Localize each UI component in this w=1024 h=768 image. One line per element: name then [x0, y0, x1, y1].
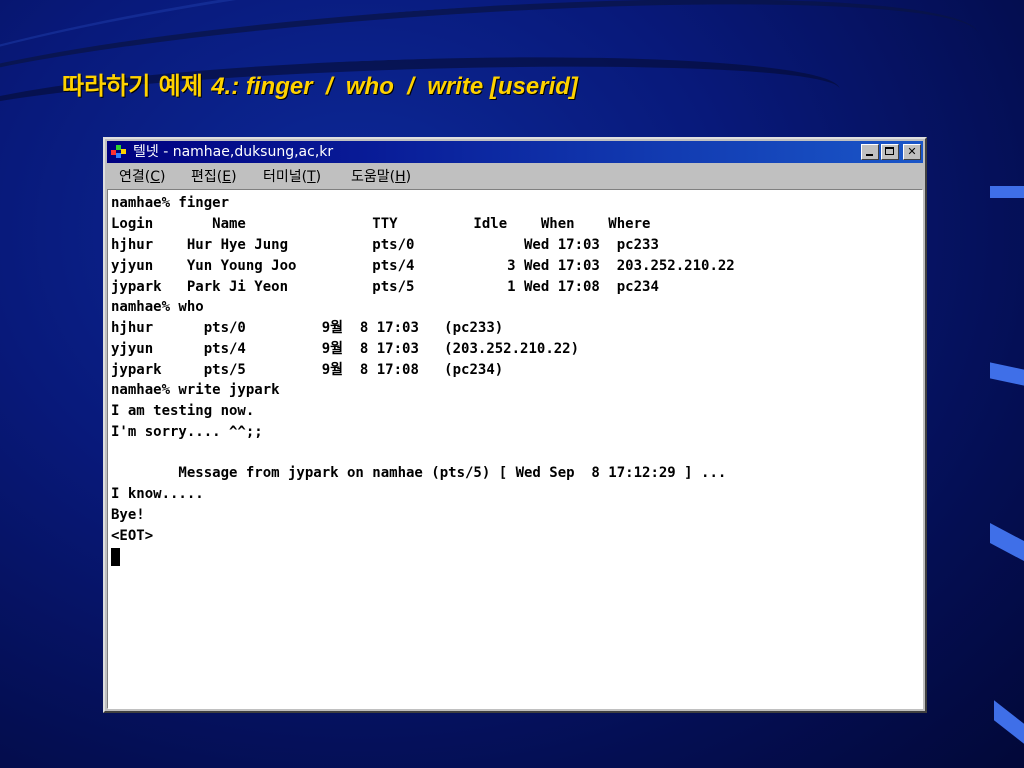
window-title: 텔넷 - namhae,duksung,ac,kr: [133, 144, 334, 160]
terminal-line: yjyun pts/4 9월 8 17:03 (203.252.210.22): [111, 341, 580, 357]
decorative-stripe: [994, 700, 1024, 744]
telnet-app-icon[interactable]: [111, 145, 127, 159]
menu-connect[interactable]: 연결(C): [119, 165, 165, 189]
terminal-line: <EOT>: [111, 528, 154, 544]
terminal-line: I am testing now.: [111, 403, 255, 419]
terminal-line: hjhur pts/0 9월 8 17:03 (pc233): [111, 320, 504, 336]
minimize-button[interactable]: [861, 144, 879, 160]
maximize-icon: [885, 147, 894, 155]
decorative-stripe: [990, 362, 1024, 386]
window-controls: ✕: [861, 144, 921, 160]
terminal-line: Bye!: [111, 507, 145, 523]
terminal-line: jypark Park Ji Yeon pts/5 1 Wed 17:08 pc…: [111, 279, 659, 295]
minimize-icon: [866, 154, 873, 156]
terminal-line: I know.....: [111, 486, 204, 502]
slide-title: 따라하기 예제 4.: finger / who / write [userid…: [62, 66, 578, 101]
menu-terminal[interactable]: 터미널(T): [263, 165, 321, 189]
terminal-line: Login Name TTY Idle When Where: [111, 216, 651, 232]
terminal-line: yjyun Yun Young Joo pts/4 3 Wed 17:03 20…: [111, 258, 735, 274]
terminal-line: namhae% write jypark: [111, 382, 280, 398]
terminal-line: namhae% finger: [111, 195, 230, 211]
telnet-window: 텔넷 - namhae,duksung,ac,kr ✕ 연결(C) 편집(E) …: [103, 137, 927, 713]
terminal-screen[interactable]: namhae% finger Login Name TTY Idle When …: [107, 189, 923, 709]
decorative-stripe: [990, 186, 1024, 198]
window-titlebar[interactable]: 텔넷 - namhae,duksung,ac,kr ✕: [107, 141, 923, 163]
maximize-button[interactable]: [881, 144, 899, 160]
terminal-line: Message from jypark on namhae (pts/5) [ …: [111, 465, 727, 481]
terminal-cursor: [111, 548, 120, 566]
menu-edit[interactable]: 편집(E): [191, 165, 237, 189]
menu-bar: 연결(C) 편집(E) 터미널(T) 도움말(H): [107, 165, 923, 189]
close-icon: ✕: [907, 145, 917, 158]
decorative-stripe: [990, 522, 1024, 562]
terminal-line: I'm sorry.... ^^;;: [111, 424, 263, 440]
terminal-line: namhae% who: [111, 299, 204, 315]
menu-help[interactable]: 도움말(H): [351, 165, 411, 189]
slide-title-commands: 4.: finger / who / write [userid]: [211, 73, 578, 100]
slide-title-korean: 따라하기 예제: [62, 72, 212, 100]
terminal-line: jypark pts/5 9월 8 17:08 (pc234): [111, 362, 504, 378]
close-button[interactable]: ✕: [903, 144, 921, 160]
terminal-line: hjhur Hur Hye Jung pts/0 Wed 17:03 pc233: [111, 237, 659, 253]
